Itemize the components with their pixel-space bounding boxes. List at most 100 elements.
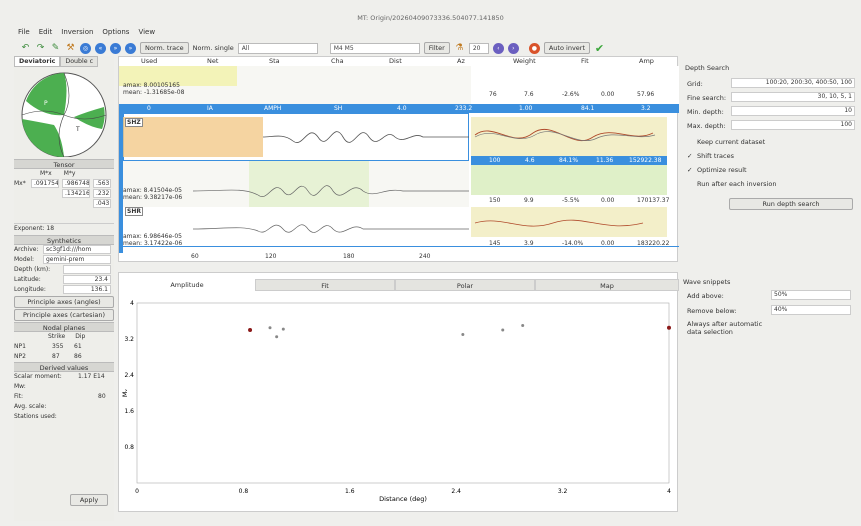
chart-point[interactable] [461,333,465,336]
svg-text:T: T [75,126,80,133]
remove-below-label: Remove below: [687,307,737,315]
shift-check-icon[interactable]: ✓ [687,152,692,160]
model-select[interactable]: M4 M5 [329,42,420,54]
tool-icon[interactable]: ⚒ [65,43,76,54]
filter-button[interactable]: Filter [423,42,450,54]
scroll-divider [119,246,679,247]
tensor-cell[interactable]: .986748 [62,179,90,188]
tensor-cell[interactable]: .134216 [62,189,90,198]
col-sta[interactable]: Sta [269,57,280,65]
pick-icon[interactable]: ✎ [50,43,61,54]
col-az[interactable]: Az [457,57,465,65]
tab-amplitude[interactable]: Amplitude [119,279,255,291]
run-after-checkbox[interactable]: Run after each inversion [697,180,776,188]
grid-label: Grid: [687,80,703,88]
prev-icon[interactable]: ‹ [492,42,504,54]
station-band-1[interactable]: 0 IA AMPH SH 4.0 233.2 1.00 84.1 3.2 [119,104,679,113]
chart-point[interactable] [501,328,505,332]
keep-dataset-checkbox[interactable]: Keep current dataset [697,138,765,146]
tensor-header: M*x M*y [14,169,114,179]
tab-polar[interactable]: Polar [395,279,535,291]
auto-invert-button[interactable]: Auto invert [543,42,591,54]
tensor-cell[interactable]: .232 [93,189,111,198]
menu-edit[interactable]: Edit [39,28,53,38]
nav-first-icon[interactable]: « [95,42,106,54]
col-weight[interactable]: Weight [513,57,536,65]
tensor-cell[interactable]: .091754 [31,179,59,188]
exponent-label: Exponent: 18 [14,223,114,233]
longitude-row: Longitude: 136.1 [14,285,114,295]
fit-row: Fit: 80 [14,392,114,402]
filter-value[interactable]: 20 [468,42,489,54]
fine-search-input[interactable]: 30, 10, 5, 1 [731,92,855,102]
chart-ylabel: Mᵥ [121,389,129,398]
trace-1-pct: -2.6% [562,91,580,98]
menu-options[interactable]: Options [102,28,129,38]
chart-point[interactable] [521,324,525,327]
chart-point[interactable] [248,328,253,332]
nav-last-icon[interactable]: » [125,42,136,54]
add-above-label: Add above: [687,292,724,300]
depth-input[interactable] [63,265,111,274]
chart-point[interactable] [281,327,285,331]
archive-input[interactable]: sc3gf1d:///hom [43,245,111,254]
add-above-input[interactable]: 50% [771,290,851,300]
chart-point[interactable] [667,325,671,330]
undo-icon[interactable]: ↶ [20,43,31,54]
stop-icon[interactable]: ● [528,42,540,54]
col-dist[interactable]: Dist [389,57,402,65]
max-depth-input[interactable]: 100 [731,120,855,130]
redo-icon[interactable]: ↷ [35,43,46,54]
menu-file[interactable]: File [18,28,30,38]
band-cha: SH [334,105,343,112]
shift-traces-checkbox[interactable]: Shift traces [697,152,734,160]
tab-fit[interactable]: Fit [255,279,395,291]
chart-xtick: 1.6 [345,488,355,495]
longitude-input[interactable]: 136.1 [63,285,111,294]
band-weight: 1.00 [519,105,533,112]
remove-below-input[interactable]: 40% [771,305,851,315]
chart-xtick: 0 [135,488,139,495]
optimize-check-icon[interactable]: ✓ [687,166,692,174]
optimize-result-checkbox[interactable]: Optimize result [697,166,747,174]
tensor-cell[interactable]: .563 [93,179,111,188]
col-cha[interactable]: Cha [331,57,344,65]
trace-2-waveform [192,185,644,233]
tab-double-couple[interactable]: Double c [60,56,99,67]
chart-point[interactable] [275,335,279,339]
chart-point[interactable] [268,326,272,330]
left-panel: Deviatoric Double c P T Tensor M*x M*y M… [14,56,114,521]
always-after-checkbox[interactable]: Always after automatic data selection [687,320,769,336]
model-input[interactable]: gemini-prem [43,255,111,264]
col-used[interactable]: Used [141,57,157,65]
principle-angles-button[interactable]: Principle axes (angles) [14,296,114,308]
xtick-120: 120 [265,253,277,260]
component-select[interactable]: All [237,42,318,54]
fine-search-label: Fine search: [687,94,727,102]
chart-ytick: 0.8 [124,444,134,451]
accept-icon[interactable]: ✔ [594,43,605,54]
col-net[interactable]: Net [207,57,218,65]
norm-trace-button[interactable]: Norm. trace [140,42,189,54]
max-depth-label: Max. depth: [687,122,726,130]
run-depth-search-button[interactable]: Run depth search [729,198,853,210]
min-depth-input[interactable]: 10 [731,106,855,116]
amplitude-chart[interactable]: 0 0.8 1.6 2.4 3.2 4 0.8 1.6 2.4 3.2 4 Distance (de… [119,293,679,511]
band-amp: 3.2 [641,105,651,112]
nav-next-icon[interactable]: » [110,42,121,54]
col-fit[interactable]: Fit [581,57,589,65]
tensor-cell[interactable]: .043 [93,199,111,208]
tab-deviatoric[interactable]: Deviatoric [14,56,61,67]
next-icon[interactable]: › [507,42,519,54]
stations-label: Stations used: [14,413,57,420]
latitude-input[interactable]: 23.4 [63,275,111,284]
col-amp[interactable]: Amp [639,57,654,65]
menu-view[interactable]: View [138,28,155,38]
tensor-row-1: Mx* .091754 .986748 .563 [14,179,114,189]
grid-input[interactable]: 100:20, 200:30, 400:50, 100 [731,78,855,88]
menu-inversion[interactable]: Inversion [61,28,93,38]
apply-button[interactable]: Apply [70,494,108,506]
principle-cartesian-button[interactable]: Principle axes (cartesian) [14,309,114,321]
tab-map[interactable]: Map [535,279,679,291]
zoom-icon[interactable]: ◎ [80,42,91,54]
